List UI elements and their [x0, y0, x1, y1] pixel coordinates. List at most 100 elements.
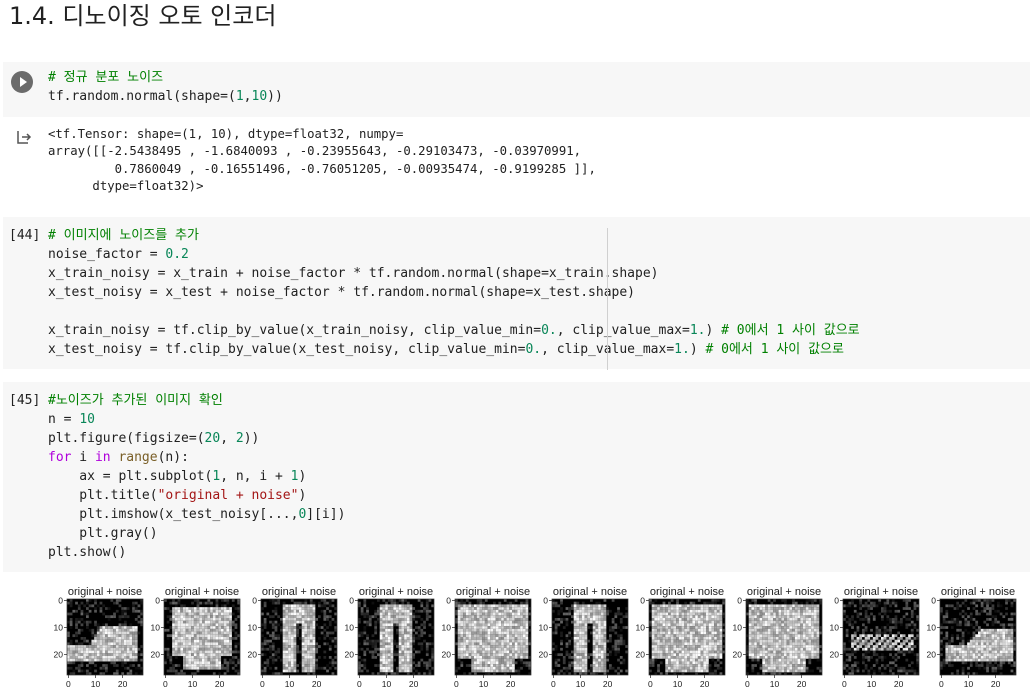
y-tick-label: 20 — [636, 650, 646, 660]
section-heading: 1.4. 디노이징 오토 인코더 — [9, 2, 277, 30]
y-tick-label: 0 — [155, 595, 160, 605]
execution-count: [45] — [9, 393, 41, 408]
y-tick-label: 10 — [830, 623, 840, 633]
subplot-title: original + noise — [68, 586, 142, 598]
code-text: , n, i + — [220, 469, 291, 484]
code-string: "original + noise" — [157, 488, 299, 503]
cell-44-source[interactable]: # 이미지에 노이즈를 추가 noise_factor = 0.2 x_trai… — [48, 226, 860, 359]
code-number: 1. — [674, 342, 690, 357]
y-tick-label: 10 — [345, 623, 355, 633]
code-text: n = — [48, 412, 80, 427]
x-tick-label: 10 — [770, 679, 780, 689]
code-number: 20 — [204, 431, 221, 446]
code-comment: # 0에서 1 사이 값으로 — [705, 342, 844, 357]
cell-1-source[interactable]: # 정규 분포 노이즈 tf.random.normal(shape=(1,10… — [48, 68, 283, 106]
code-text: )) — [267, 89, 283, 104]
output-line: 0.7860049 , -0.16551496, -0.76051205, -0… — [48, 161, 596, 176]
subplot-title: original + noise — [456, 586, 530, 598]
code-number: 10 — [251, 89, 268, 104]
code-text: plt.figure(figsize=( — [48, 431, 205, 446]
x-tick-label: 20 — [506, 679, 516, 689]
y-tick-label: 10 — [733, 623, 743, 633]
run-cell-icon[interactable] — [11, 71, 33, 93]
code-builtin: range — [118, 450, 158, 465]
code-text: plt.show() — [48, 545, 127, 560]
y-tick-label: 20 — [54, 650, 64, 660]
code-text: i — [71, 450, 95, 465]
code-text: , clip_value_max= — [556, 323, 690, 338]
x-tick-label: 10 — [673, 679, 683, 689]
subplot-title: original + noise — [359, 586, 433, 598]
y-tick-label: 10 — [442, 623, 452, 633]
y-tick-label: 0 — [446, 595, 451, 605]
x-tick-label: 0 — [66, 679, 71, 689]
x-tick-label: 0 — [842, 679, 847, 689]
noisy-image — [648, 598, 726, 676]
x-tick-label: 20 — [894, 679, 904, 689]
code-text: ) — [298, 488, 307, 503]
x-tick-label: 20 — [991, 679, 1001, 689]
output-line: array([[-2.5438495 , -1.6840093 , -0.239… — [48, 144, 582, 159]
x-tick-label: 0 — [163, 679, 168, 689]
code-text: x_train_noisy = x_train + noise_factor *… — [48, 266, 659, 281]
y-tick-label: 10 — [927, 623, 937, 633]
y-tick-label: 20 — [733, 650, 743, 660]
x-tick-label: 0 — [648, 679, 653, 689]
cell-45-source[interactable]: #노이즈가 추가된 이미지 확인 n = 10 plt.figure(figsi… — [48, 391, 345, 562]
noisy-image — [842, 598, 920, 676]
y-tick-label: 0 — [640, 595, 645, 605]
code-comment: # 0에서 1 사이 값으로 — [721, 323, 860, 338]
noisy-images-figure: original + noise 0 10 20 0 10 20 original + noi… — [54, 586, 1017, 689]
y-tick-label: 20 — [345, 650, 355, 660]
x-tick-label: 20 — [215, 679, 225, 689]
y-tick-label: 20 — [151, 650, 161, 660]
x-tick-label: 10 — [479, 679, 489, 689]
y-tick-label: 0 — [834, 595, 839, 605]
code-text: , — [243, 89, 252, 104]
code-text: plt.imshow(x_test_noisy[..., — [48, 507, 299, 522]
code-number: 0. — [541, 323, 557, 338]
code-text: tf.random.normal(shape=( — [48, 89, 236, 104]
y-tick-label: 20 — [442, 650, 452, 660]
code-cell-1[interactable]: # 정규 분포 노이즈 tf.random.normal(shape=(1,10… — [3, 62, 1030, 117]
code-number: 2 — [235, 431, 244, 446]
ruler-guide — [607, 228, 608, 370]
x-tick-label: 10 — [964, 679, 974, 689]
code-number: 0.2 — [165, 247, 189, 262]
x-tick-label: 10 — [285, 679, 295, 689]
x-tick-label: 0 — [260, 679, 265, 689]
x-tick-label: 20 — [409, 679, 419, 689]
x-tick-label: 10 — [382, 679, 392, 689]
output-icon[interactable] — [15, 128, 33, 146]
y-tick-label: 20 — [539, 650, 549, 660]
execution-count: [44] — [9, 228, 41, 243]
x-tick-label: 10 — [91, 679, 101, 689]
cell-1-output: <tf.Tensor: shape=(1, 10), dtype=float32… — [48, 126, 596, 195]
y-tick-label: 10 — [636, 623, 646, 633]
y-tick-label: 0 — [58, 595, 63, 605]
y-tick-label: 10 — [54, 623, 64, 633]
y-tick-label: 0 — [349, 595, 354, 605]
x-tick-label: 20 — [118, 679, 128, 689]
code-comment: # 이미지에 노이즈를 추가 — [48, 228, 199, 243]
y-tick-label: 0 — [931, 595, 936, 605]
code-number: 1 — [235, 89, 244, 104]
x-tick-label: 20 — [312, 679, 322, 689]
y-tick-label: 10 — [151, 623, 161, 633]
code-text: x_test_noisy = tf.clip_by_value(x_test_n… — [48, 342, 526, 357]
subplot-title: original + noise — [165, 586, 239, 598]
code-number: 1. — [689, 323, 706, 338]
code-number: 0. — [525, 342, 542, 357]
code-comment: # 정규 분포 노이즈 — [48, 70, 164, 85]
noisy-image — [454, 598, 532, 676]
y-tick-label: 20 — [927, 650, 937, 660]
y-tick-label: 0 — [737, 595, 742, 605]
x-tick-label: 0 — [551, 679, 556, 689]
noisy-image — [260, 598, 338, 676]
output-line: dtype=float32)> — [48, 178, 204, 193]
output-line: <tf.Tensor: shape=(1, 10), dtype=float32… — [48, 127, 404, 141]
y-tick-label: 20 — [248, 650, 258, 660]
y-tick-label: 10 — [248, 623, 258, 633]
code-text: , — [220, 431, 236, 446]
y-tick-label: 10 — [539, 623, 549, 633]
